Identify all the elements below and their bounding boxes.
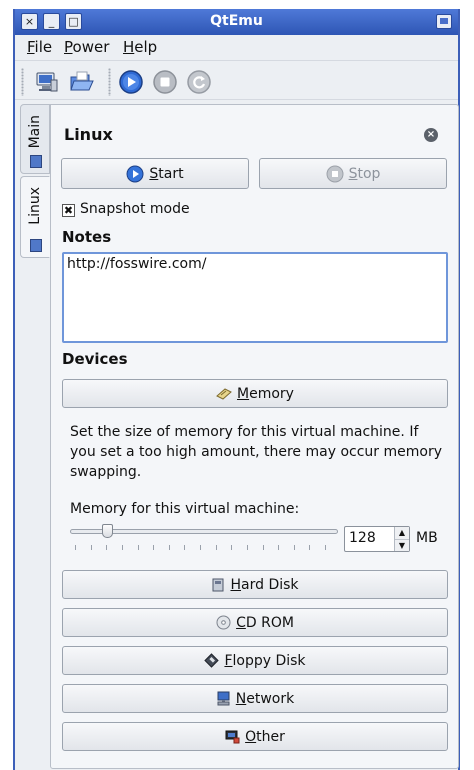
snapshot-label: Snapshot mode xyxy=(80,201,190,217)
slider-tick xyxy=(106,545,108,550)
floppy-disk-button[interactable]: Floppy Disk xyxy=(62,646,448,675)
slider-tick xyxy=(278,545,280,550)
menu-help-label: elp xyxy=(134,38,158,56)
memory-spinbox[interactable]: 128 ▲ ▼ xyxy=(344,526,410,552)
network-label: etwork xyxy=(246,690,295,707)
other-mnemonic: O xyxy=(245,728,257,745)
cd-rom-label: D ROM xyxy=(245,614,294,631)
stop-button-icon xyxy=(326,165,344,182)
title-bar[interactable]: × _ □ QtEmu xyxy=(15,9,458,35)
cdrom-icon xyxy=(216,615,231,630)
menu-file[interactable]: File xyxy=(27,38,52,56)
slider-tick xyxy=(137,545,139,550)
menu-power[interactable]: Power xyxy=(64,38,109,56)
menu-help[interactable]: Help xyxy=(123,38,157,56)
hard-disk-label: ard Disk xyxy=(241,576,299,593)
toolbar-separator xyxy=(108,68,111,96)
slider-tick xyxy=(75,545,76,550)
start-mnemonic: S xyxy=(149,165,159,182)
spin-up-icon[interactable]: ▲ xyxy=(395,527,409,539)
slider-tick xyxy=(231,545,233,550)
other-button[interactable]: Other xyxy=(62,722,448,751)
stop-button[interactable]: Stop xyxy=(259,158,447,189)
restart-icon[interactable] xyxy=(184,67,214,97)
hard-disk-button[interactable]: Hard Disk xyxy=(62,570,448,599)
memory-description: Set the size of memory for this virtual … xyxy=(70,424,442,480)
qtemu-window: × _ □ QtEmu File Power Help Main Linux L… xyxy=(13,9,460,770)
start-label: tart xyxy=(158,165,184,182)
tab-linux-label: Linux xyxy=(27,187,43,225)
network-mnemonic: N xyxy=(235,690,247,707)
slider-tick xyxy=(325,545,326,550)
slider-tick xyxy=(184,545,186,550)
other-label: ther xyxy=(256,728,285,745)
memory-slider-handle[interactable] xyxy=(102,524,114,538)
tab-main-label: Main xyxy=(27,115,43,149)
memory-slider-ticks xyxy=(75,545,326,550)
notes-heading: Notes xyxy=(62,228,112,246)
menu-power-label: ower xyxy=(72,38,110,56)
spin-down-icon[interactable]: ▼ xyxy=(395,539,409,551)
start-icon[interactable] xyxy=(116,67,146,97)
slider-tick xyxy=(90,545,92,550)
network-icon xyxy=(217,691,230,706)
floppy-disk-mnemonic: F xyxy=(224,652,233,669)
memory-value: 128 xyxy=(349,530,376,546)
slider-tick xyxy=(121,545,123,550)
start-button[interactable]: Start xyxy=(61,158,249,189)
machine-panel: Linux × Start Stop ✖ Snapshot mode Notes… xyxy=(50,104,459,769)
new-machine-icon[interactable] xyxy=(32,67,62,97)
memory-label: emory xyxy=(249,385,294,402)
open-folder-icon[interactable] xyxy=(67,67,97,97)
machine-tabs: Main Linux xyxy=(20,104,50,764)
slider-tick xyxy=(246,545,248,550)
menu-bar: File Power Help xyxy=(15,35,458,61)
tab-main[interactable]: Main xyxy=(20,104,50,174)
start-button-icon xyxy=(126,165,144,182)
machine-name: Linux xyxy=(64,125,113,144)
toolbar-grip[interactable] xyxy=(21,68,24,96)
slider-tick xyxy=(215,545,217,550)
cd-rom-mnemonic: C xyxy=(236,614,246,631)
hard-disk-mnemonic: H xyxy=(230,576,242,593)
menu-file-label: ile xyxy=(34,38,53,56)
slider-tick xyxy=(309,545,311,550)
main-tab-icon xyxy=(30,155,42,168)
slider-tick xyxy=(168,545,170,550)
toolbar xyxy=(15,64,458,100)
menu-power-mnemonic: P xyxy=(64,38,73,56)
memory-icon xyxy=(216,387,232,400)
memory-mnemonic: M xyxy=(237,385,250,402)
window-menu-icon[interactable] xyxy=(436,14,452,29)
memory-spin-arrows: ▲ ▼ xyxy=(394,527,409,551)
menu-help-mnemonic: H xyxy=(123,38,135,56)
slider-tick xyxy=(262,545,264,550)
floppy-icon xyxy=(204,653,220,668)
memory-unit: MB xyxy=(416,530,438,546)
cd-rom-button[interactable]: CD ROM xyxy=(62,608,448,637)
other-icon xyxy=(225,730,240,744)
network-button[interactable]: Network xyxy=(62,684,448,713)
stop-icon[interactable] xyxy=(150,67,180,97)
hard-disk-icon xyxy=(212,578,224,591)
snapshot-checkbox[interactable]: ✖ xyxy=(62,204,75,217)
stop-label: top xyxy=(357,165,381,182)
linux-tab-icon xyxy=(30,239,42,252)
memory-slider-label: Memory for this virtual machine: xyxy=(70,501,300,517)
slider-tick xyxy=(293,545,295,550)
menu-file-mnemonic: F xyxy=(27,38,35,56)
memory-button[interactable]: Memory xyxy=(62,379,448,408)
slider-tick xyxy=(153,545,155,550)
close-tab-icon[interactable]: × xyxy=(424,128,438,142)
tab-linux[interactable]: Linux xyxy=(20,176,50,258)
window-title: QtEmu xyxy=(210,13,263,29)
devices-heading: Devices xyxy=(62,350,128,368)
slider-tick xyxy=(200,545,201,550)
notes-textarea[interactable]: http://fosswire.com/ xyxy=(62,252,448,343)
floppy-disk-label: loppy Disk xyxy=(232,652,306,669)
